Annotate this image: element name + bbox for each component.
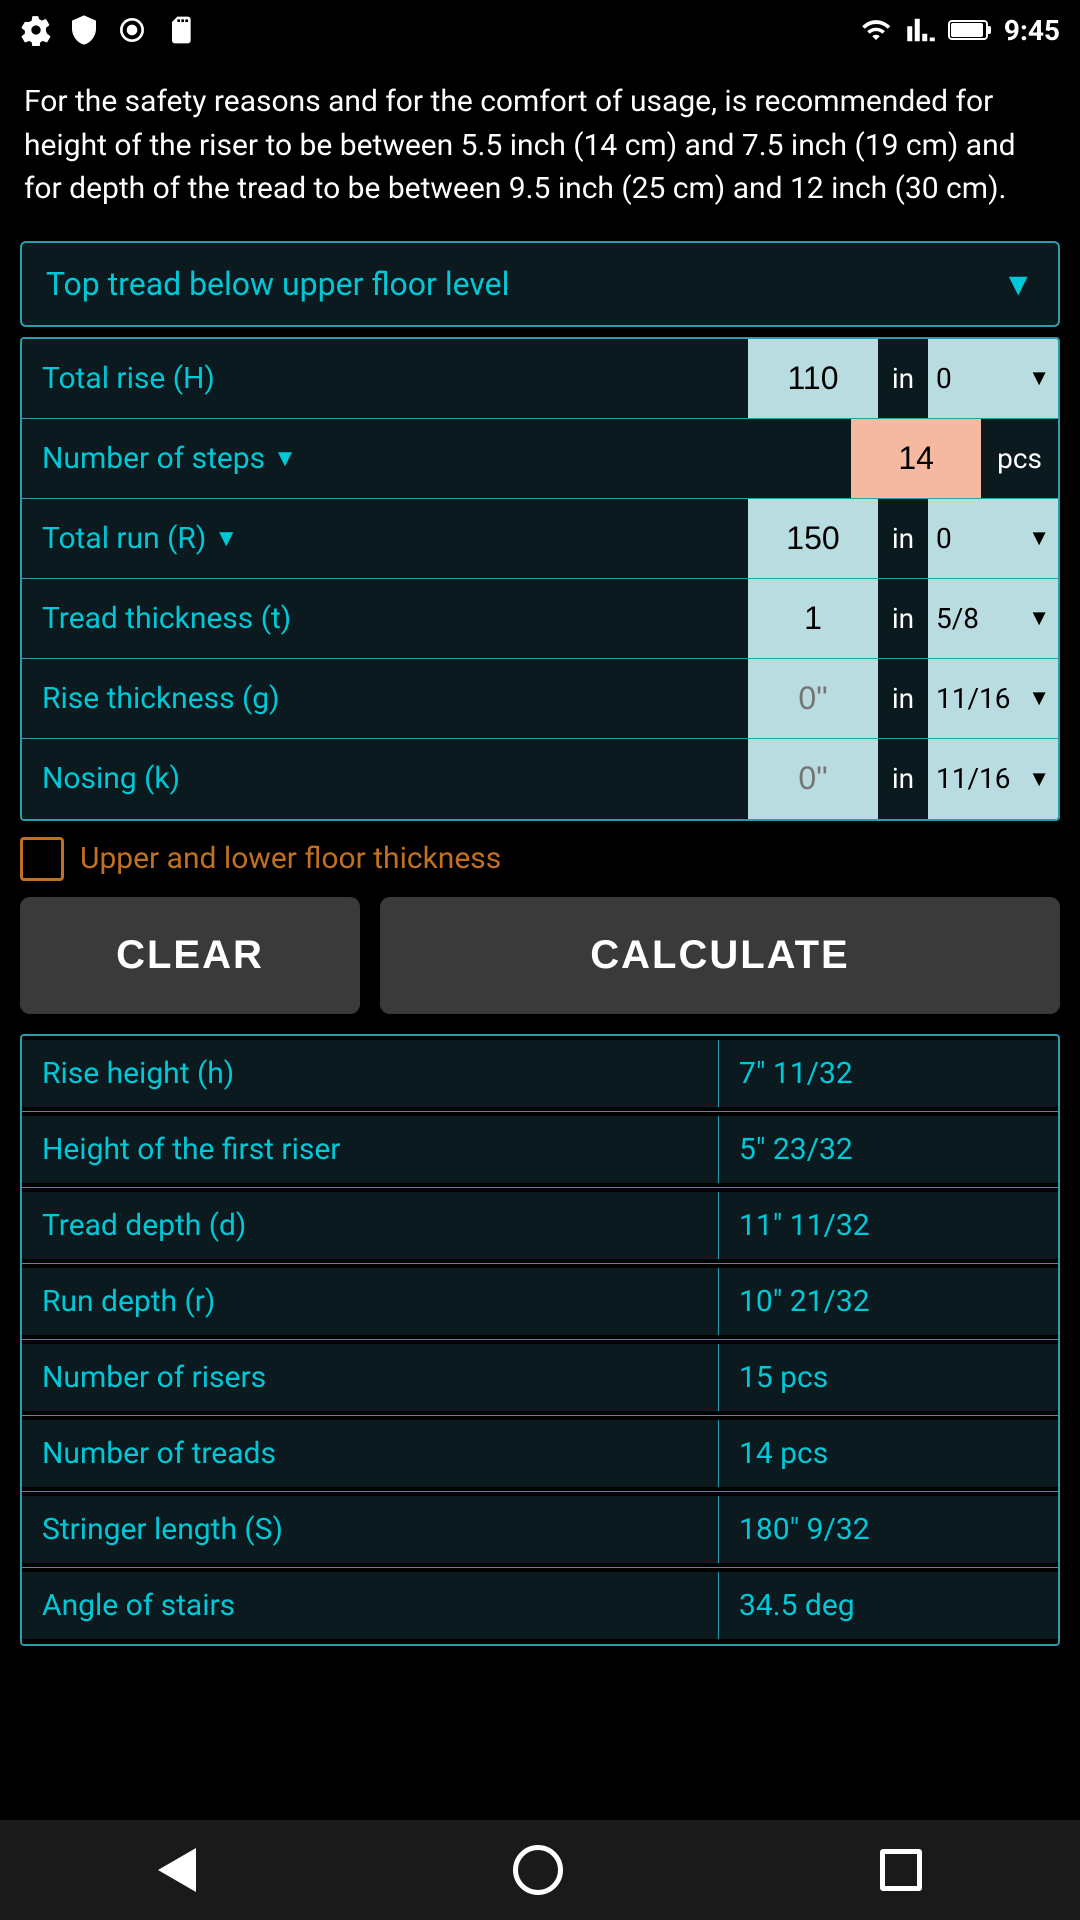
navigation-bar bbox=[0, 1820, 1080, 1920]
input-area-rise-thickness: in 11/16 ▼ bbox=[748, 659, 1058, 738]
input-tread-thickness[interactable] bbox=[748, 579, 878, 658]
select-nosing[interactable]: 11/16 ▼ bbox=[928, 739, 1058, 819]
result-label-number-of-treads: Number of treads bbox=[22, 1420, 718, 1487]
home-button[interactable] bbox=[513, 1845, 563, 1895]
result-label-tread-depth: Tread depth (d) bbox=[22, 1192, 718, 1259]
status-icons-left bbox=[20, 14, 196, 46]
form-row-rise-thickness: Rise thickness (g) in 11/16 ▼ bbox=[22, 659, 1058, 739]
result-row-angle-of-stairs: Angle of stairs 34.5 deg bbox=[22, 1568, 1058, 1644]
input-area-nosing: in 11/16 ▼ bbox=[748, 739, 1058, 819]
label-tread-thickness: Tread thickness (t) bbox=[22, 579, 748, 658]
input-area-number-of-steps: pcs bbox=[851, 419, 1058, 498]
result-row-run-depth: Run depth (r) 10" 21/32 bbox=[22, 1264, 1058, 1340]
result-value-tread-depth: 11" 11/32 bbox=[718, 1192, 1058, 1259]
result-row-stringer-length: Stringer length (S) 180" 9/32 bbox=[22, 1492, 1058, 1568]
status-icons-right: 9:45 bbox=[858, 14, 1060, 47]
signal-icon bbox=[906, 15, 936, 45]
status-time: 9:45 bbox=[1004, 14, 1060, 47]
back-button[interactable] bbox=[158, 1848, 196, 1892]
unit-rise-thickness: in bbox=[878, 682, 928, 715]
result-label-run-depth: Run depth (r) bbox=[22, 1268, 718, 1335]
unit-steps: pcs bbox=[981, 442, 1058, 475]
unit-total-run: in bbox=[878, 522, 928, 555]
action-buttons: CLEAR CALCULATE bbox=[20, 897, 1060, 1014]
unit-tread-thickness: in bbox=[878, 602, 928, 635]
input-total-run[interactable] bbox=[748, 499, 878, 578]
home-icon bbox=[513, 1845, 563, 1895]
form-row-nosing: Nosing (k) in 11/16 ▼ bbox=[22, 739, 1058, 819]
label-nosing: Nosing (k) bbox=[22, 739, 748, 819]
input-area-total-run: in 0 ▼ bbox=[748, 499, 1058, 578]
form-row-total-run: Total run (R) ▼ in 0 ▼ bbox=[22, 499, 1058, 579]
settings-icon bbox=[20, 14, 52, 46]
unit-total-rise: in bbox=[878, 362, 928, 395]
result-label-stringer-length: Stringer length (S) bbox=[22, 1496, 718, 1563]
results-table: Rise height (h) 7" 11/32 Height of the f… bbox=[20, 1034, 1060, 1646]
steps-dropdown-arrow-icon: ▼ bbox=[273, 444, 297, 473]
result-row-number-of-risers: Number of risers 15 pcs bbox=[22, 1340, 1058, 1416]
input-area-total-rise: in 0 ▼ bbox=[748, 339, 1058, 418]
form-row-number-of-steps: Number of steps ▼ pcs bbox=[22, 419, 1058, 499]
sdcard-icon bbox=[164, 14, 196, 46]
top-tread-dropdown[interactable]: Top tread below upper floor level ▼ bbox=[20, 241, 1060, 327]
shield-icon bbox=[68, 14, 100, 46]
input-number-of-steps[interactable] bbox=[851, 419, 981, 498]
label-total-run: Total run (R) ▼ bbox=[22, 499, 748, 578]
unit-nosing: in bbox=[878, 762, 928, 795]
label-number-of-steps: Number of steps ▼ bbox=[22, 419, 851, 498]
result-label-number-of-risers: Number of risers bbox=[22, 1344, 718, 1411]
back-icon bbox=[158, 1848, 196, 1892]
form-table: Total rise (H) in 0 ▼ Number of steps ▼ … bbox=[20, 337, 1060, 821]
input-total-rise[interactable] bbox=[748, 339, 878, 418]
run-dropdown-arrow-icon: ▼ bbox=[214, 524, 238, 553]
result-label-rise-height: Rise height (h) bbox=[22, 1040, 718, 1107]
result-row-rise-height: Rise height (h) 7" 11/32 bbox=[22, 1036, 1058, 1112]
result-value-first-riser-height: 5" 23/32 bbox=[718, 1116, 1058, 1183]
result-value-rise-height: 7" 11/32 bbox=[718, 1040, 1058, 1107]
result-value-angle-of-stairs: 34.5 deg bbox=[718, 1572, 1058, 1639]
clear-button[interactable]: CLEAR bbox=[20, 897, 360, 1014]
form-row-total-rise: Total rise (H) in 0 ▼ bbox=[22, 339, 1058, 419]
result-label-first-riser-height: Height of the first riser bbox=[22, 1116, 718, 1183]
result-value-number-of-risers: 15 pcs bbox=[718, 1344, 1058, 1411]
record-icon bbox=[116, 14, 148, 46]
info-text: For the safety reasons and for the comfo… bbox=[0, 60, 1080, 231]
floor-thickness-checkbox[interactable] bbox=[20, 837, 64, 881]
result-label-angle-of-stairs: Angle of stairs bbox=[22, 1572, 718, 1639]
label-rise-thickness: Rise thickness (g) bbox=[22, 659, 748, 738]
floor-thickness-checkbox-row: Upper and lower floor thickness bbox=[20, 837, 1060, 881]
label-total-rise: Total rise (H) bbox=[22, 339, 748, 418]
result-value-run-depth: 10" 21/32 bbox=[718, 1268, 1058, 1335]
result-row-tread-depth: Tread depth (d) 11" 11/32 bbox=[22, 1188, 1058, 1264]
battery-icon bbox=[948, 17, 992, 43]
form-row-tread-thickness: Tread thickness (t) in 5/8 ▼ bbox=[22, 579, 1058, 659]
recents-button[interactable] bbox=[880, 1849, 922, 1891]
select-total-run[interactable]: 0 ▼ bbox=[928, 499, 1058, 578]
dropdown-arrow-icon: ▼ bbox=[1002, 265, 1034, 303]
select-tread-thickness[interactable]: 5/8 ▼ bbox=[928, 579, 1058, 658]
result-row-first-riser-height: Height of the first riser 5" 23/32 bbox=[22, 1112, 1058, 1188]
result-value-stringer-length: 180" 9/32 bbox=[718, 1496, 1058, 1563]
result-value-number-of-treads: 14 pcs bbox=[718, 1420, 1058, 1487]
dropdown-label: Top tread below upper floor level bbox=[46, 265, 509, 303]
result-row-number-of-treads: Number of treads 14 pcs bbox=[22, 1416, 1058, 1492]
input-rise-thickness[interactable] bbox=[748, 659, 878, 738]
select-rise-thickness[interactable]: 11/16 ▼ bbox=[928, 659, 1058, 738]
wifi-icon bbox=[858, 15, 894, 45]
status-bar: 9:45 bbox=[0, 0, 1080, 60]
recents-icon bbox=[880, 1849, 922, 1891]
select-total-rise[interactable]: 0 ▼ bbox=[928, 339, 1058, 418]
input-area-tread-thickness: in 5/8 ▼ bbox=[748, 579, 1058, 658]
floor-thickness-label: Upper and lower floor thickness bbox=[80, 841, 501, 876]
calculate-button[interactable]: CALCULATE bbox=[380, 897, 1060, 1014]
input-nosing[interactable] bbox=[748, 739, 878, 819]
